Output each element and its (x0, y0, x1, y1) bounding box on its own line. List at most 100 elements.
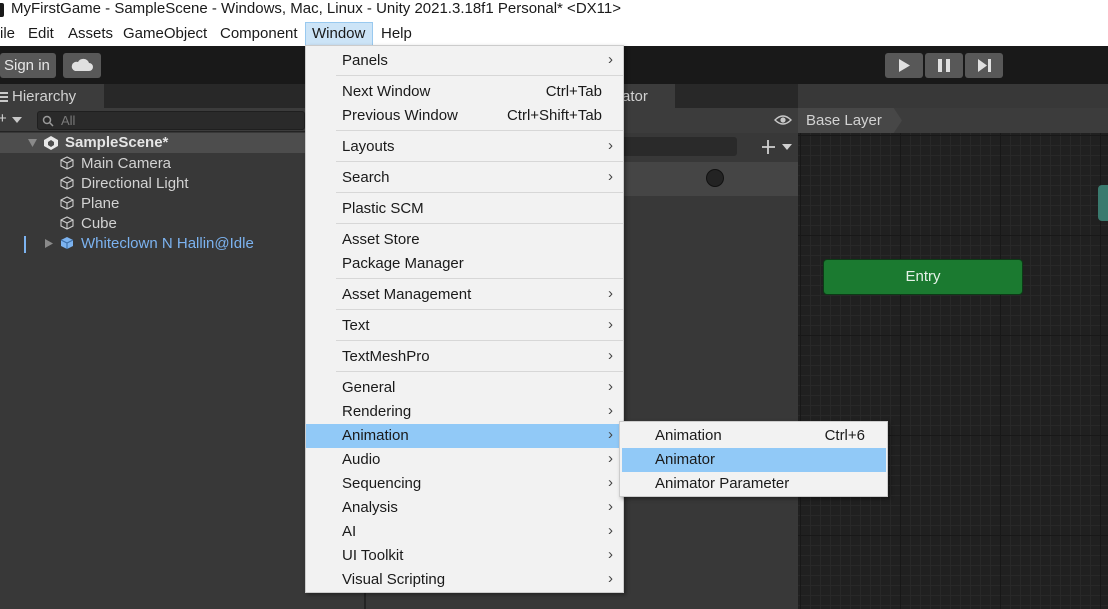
hierarchy-search-input[interactable]: All (37, 111, 305, 130)
menu-item-ui-toolkit[interactable]: UI Toolkit › (306, 544, 623, 568)
sign-in-label: Sign in (4, 57, 50, 74)
menu-item-audio[interactable]: Audio › (306, 448, 623, 472)
breadcrumb[interactable]: Base Layer (798, 108, 902, 133)
object-name: Cube (81, 215, 117, 232)
menu-edit[interactable]: Edit (28, 22, 54, 46)
menu-item-label: Previous Window (342, 107, 458, 124)
shortcut-label: Ctrl+Tab (545, 83, 602, 100)
animator-graph[interactable] (798, 133, 1108, 609)
menu-item-ai[interactable]: AI › (306, 520, 623, 544)
menu-item-label: General (342, 379, 396, 396)
menu-item-sequencing[interactable]: Sequencing › (306, 472, 623, 496)
menu-item-label: Analysis (342, 499, 398, 516)
tab-hierarchy[interactable]: Hierarchy (0, 84, 104, 109)
menu-item-label: Rendering (342, 403, 412, 420)
menu-item-text[interactable]: Text › (306, 314, 623, 338)
menu-item-search[interactable]: Search › (306, 166, 623, 190)
menu-item-plastic-scm[interactable]: Plastic SCM (306, 197, 623, 221)
list-item[interactable]: Plane (0, 194, 305, 214)
step-icon (978, 59, 991, 72)
menu-item-analysis[interactable]: Analysis › (306, 496, 623, 520)
submenu-item-animator-parameter[interactable]: Animator Parameter (620, 472, 887, 496)
menu-item-label: Layouts (342, 138, 395, 155)
menu-item-package-manager[interactable]: Package Manager (306, 252, 623, 276)
prefab-name: Whiteclown N Hallin@Idle (81, 235, 254, 252)
window-title: MyFirstGame - SampleScene - Windows, Mac… (11, 0, 621, 17)
submenu-item-animation[interactable]: Animation Ctrl+6 (620, 424, 887, 448)
animation-submenu: Animation Ctrl+6 Animator Animator Parame… (619, 421, 888, 497)
record-toggle[interactable] (706, 169, 724, 187)
step-button[interactable] (965, 53, 1003, 78)
parameter-search-input[interactable] (615, 137, 737, 156)
chevron-down-icon[interactable] (12, 117, 22, 123)
shortcut-label: Ctrl+6 (824, 427, 865, 444)
menu-separator (336, 278, 623, 279)
menu-item-panels[interactable]: Panels › (306, 49, 623, 73)
menu-file[interactable]: ile (0, 22, 15, 46)
entry-node[interactable]: Entry (823, 259, 1023, 295)
menu-item-asset-management[interactable]: Asset Management › (306, 283, 623, 307)
menu-item-previous-window[interactable]: Previous Window Ctrl+Shift+Tab (306, 104, 623, 128)
prefab-icon (60, 237, 74, 249)
cube-icon (60, 216, 74, 230)
menu-item-label: TextMeshPro (342, 348, 430, 365)
menu-item-label: UI Toolkit (342, 547, 404, 564)
menu-item-visual-scripting[interactable]: Visual Scripting › (306, 568, 623, 592)
chevron-right-icon: › (608, 51, 613, 68)
list-item[interactable]: Directional Light (0, 174, 305, 194)
expand-arrow-icon[interactable] (28, 139, 37, 147)
menu-item-label: Panels (342, 52, 388, 69)
shortcut-label: Ctrl+Shift+Tab (506, 107, 602, 124)
menu-help[interactable]: Help (381, 22, 412, 46)
submenu-item-animator[interactable]: Animator (622, 448, 886, 472)
breadcrumb-label: Base Layer (806, 112, 882, 129)
play-icon (899, 59, 910, 72)
chevron-right-icon: › (608, 522, 613, 539)
state-node[interactable] (1098, 185, 1108, 221)
menu-assets[interactable]: Assets (68, 22, 113, 46)
menu-item-textmeshpro[interactable]: TextMeshPro › (306, 345, 623, 369)
menu-item-label: Asset Store (342, 231, 420, 248)
search-icon (42, 115, 54, 127)
menu-item-label: Asset Management (342, 286, 472, 303)
menu-separator (336, 192, 623, 193)
menu-separator (336, 309, 623, 310)
add-parameter-button[interactable] (762, 140, 794, 154)
scene-row[interactable]: SampleScene* (0, 133, 305, 153)
expand-arrow-icon[interactable] (45, 239, 53, 248)
prefab-override-marker (24, 236, 26, 253)
add-button[interactable]: + (0, 110, 7, 127)
tab-animator[interactable]: ator (620, 84, 675, 109)
menu-window[interactable]: Window (305, 22, 373, 46)
menu-item-label: Animation (342, 427, 409, 444)
window-menu-dropdown: Panels › Next Window Ctrl+Tab Previous Win… (305, 45, 624, 593)
menu-item-layouts[interactable]: Layouts › (306, 135, 623, 159)
menu-item-general[interactable]: General › (306, 376, 623, 400)
chevron-right-icon: › (608, 498, 613, 515)
object-name: Main Camera (81, 155, 172, 172)
menu-separator (336, 223, 623, 224)
menu-item-next-window[interactable]: Next Window Ctrl+Tab (306, 80, 623, 104)
sign-in-button[interactable]: Sign in (0, 53, 56, 78)
menu-bar: ile Edit Assets GameObject Component Win… (0, 22, 1108, 46)
cube-icon (60, 176, 74, 190)
cloud-button[interactable] (63, 53, 101, 78)
list-item-prefab[interactable]: Whiteclown N Hallin@Idle (0, 234, 305, 254)
menu-item-label: Search (342, 169, 390, 186)
menu-item-rendering[interactable]: Rendering › (306, 400, 623, 424)
menu-item-label: Audio (342, 451, 381, 468)
play-button[interactable] (885, 53, 923, 78)
menu-item-label: Visual Scripting (342, 571, 446, 588)
menu-item-animation[interactable]: Animation › (306, 424, 623, 448)
pause-button[interactable] (925, 53, 963, 78)
chevron-right-icon: › (608, 378, 613, 395)
eye-icon[interactable] (774, 114, 792, 126)
chevron-right-icon: › (608, 570, 613, 587)
chevron-right-icon: › (608, 137, 613, 154)
list-item[interactable]: Main Camera (0, 154, 305, 174)
list-item[interactable]: Cube (0, 214, 305, 234)
menu-item-asset-store[interactable]: Asset Store (306, 228, 623, 252)
menu-gameobject[interactable]: GameObject (123, 22, 207, 46)
menu-component[interactable]: Component (220, 22, 298, 46)
object-name: Plane (81, 195, 120, 212)
